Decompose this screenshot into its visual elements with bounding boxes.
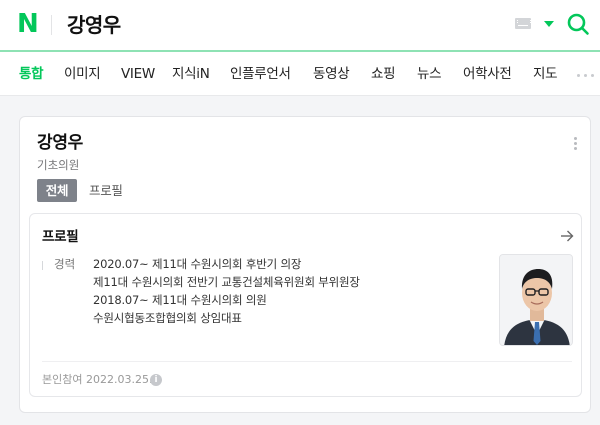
career-item: 수원시협동조합협의회 상임대표 [93,311,242,325]
info-icon[interactable]: i [150,374,162,386]
search-icon [567,13,589,35]
search-button[interactable] [566,12,590,36]
logo-letter: N [17,9,39,39]
career-item: 2018.07~ 제11대 수원시의회 의원 [93,293,267,307]
search-tabs: 통합 이미지 VIEW 지식iN 인플루언서 동영상 쇼핑 뉴스 어학사전 지도 [0,52,600,96]
tab-video[interactable]: 동영상 [313,65,350,83]
more-options-icon[interactable] [574,137,577,151]
career-item: 제11대 수원시의회 전반기 교통건설체육위원회 부위원장 [93,275,360,289]
arrow-right-icon[interactable] [560,229,574,243]
header-divider [51,15,52,35]
keyboard-icon[interactable] [515,18,531,29]
tab-news[interactable]: 뉴스 [417,65,442,83]
filter-all[interactable]: 전체 [37,179,77,202]
person-name[interactable]: 강영우 [37,132,83,154]
profile-title[interactable]: 프로필 [42,228,79,246]
tab-kin[interactable]: 지식iN [172,65,210,83]
filter-profile[interactable]: 프로필 [89,179,123,202]
tab-all[interactable]: 통합 [19,65,44,83]
naver-logo[interactable]: N [17,9,39,39]
profile-section: 프로필 경력 2020.07~ 제11대 수원시의회 후반기 의장 제11대 수… [29,213,582,397]
tab-image[interactable]: 이미지 [64,65,101,83]
career-marker [42,261,43,270]
tab-map[interactable]: 지도 [533,65,558,83]
tab-influencer[interactable]: 인플루언서 [230,65,291,83]
tab-dictionary[interactable]: 어학사전 [463,65,512,83]
search-query[interactable]: 강영우 [67,11,121,39]
footer-divider [42,361,572,362]
career-item: 2020.07~ 제11대 수원시의회 후반기 의장 [93,257,302,271]
career-label: 경력 [54,257,76,271]
verified-date: 본인참여 2022.03.25. [42,373,153,386]
profile-photo[interactable] [499,254,573,346]
person-card: 강영우 기초의원 전체 프로필 프로필 경력 2020.07~ 제11대 수원시… [19,116,591,413]
tab-shopping[interactable]: 쇼핑 [371,65,396,83]
portrait-image [500,255,572,345]
person-role: 기초의원 [37,158,80,172]
tab-view[interactable]: VIEW [121,65,155,83]
dropdown-caret-icon[interactable] [544,21,554,27]
search-header: N 강영우 [0,0,600,52]
